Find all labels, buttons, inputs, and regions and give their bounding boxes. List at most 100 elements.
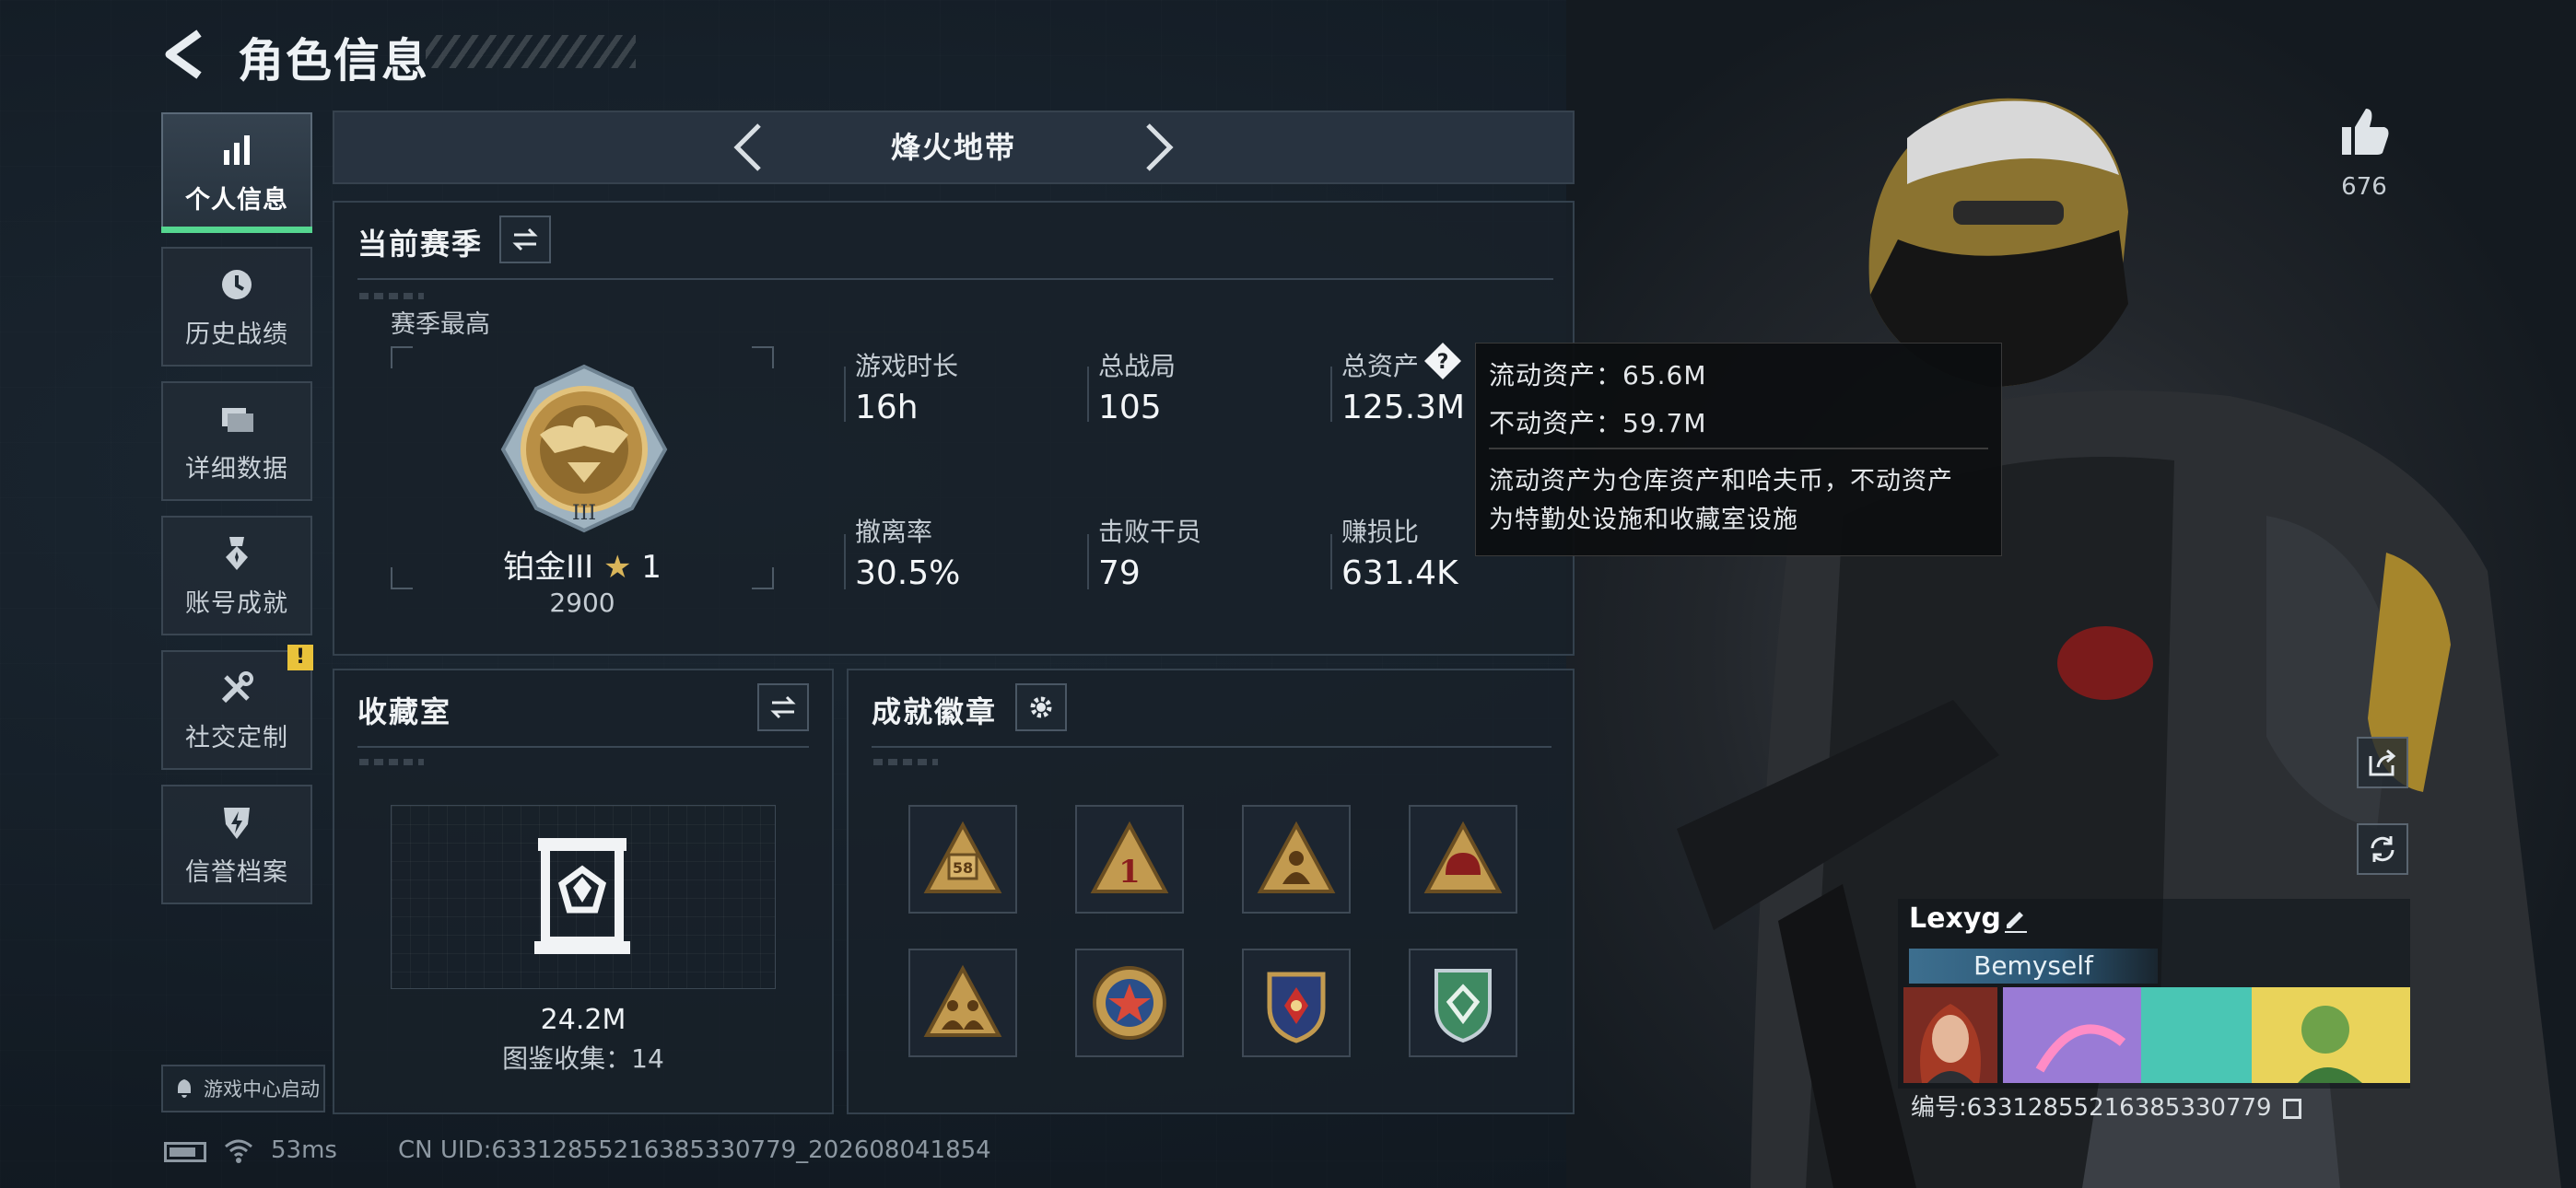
- stat-value: 16h: [855, 389, 919, 426]
- stat-label: 赚损比: [1341, 517, 1420, 547]
- medal-icon: [226, 536, 248, 570]
- sidebar-item-label: 历史战绩: [185, 320, 288, 349]
- swap-arrows-icon: [512, 227, 538, 251]
- chevron-left-icon[interactable]: [726, 120, 772, 175]
- share-button[interactable]: [2357, 737, 2408, 788]
- badge-squad-icon: [923, 964, 1002, 1037]
- vault-display-icon: [534, 838, 630, 954]
- ping-value: 53ms: [271, 1136, 337, 1164]
- season-switch-button[interactable]: [499, 215, 551, 263]
- help-question-icon[interactable]: ?: [1423, 341, 1463, 381]
- decoration-stripe: [873, 759, 938, 765]
- edit-pencil-icon[interactable]: [2001, 904, 2031, 934]
- stat-separator: [1330, 367, 1332, 422]
- collection-switch-button[interactable]: [757, 683, 809, 731]
- stat-label: 游戏时长: [855, 351, 959, 381]
- mode-label: 烽火地带: [890, 130, 1016, 165]
- achievement-badge[interactable]: [1409, 805, 1517, 914]
- player-id-text: 编号:6331285521638533077​9: [1911, 1094, 2272, 1122]
- refresh-button[interactable]: [2357, 823, 2408, 875]
- stat-label: 击败干员: [1098, 517, 1202, 547]
- tooltip-description-line2: 为特勤处设施和收藏室设施: [1489, 506, 1798, 534]
- wifi-icon: [225, 1139, 252, 1163]
- profile-banner-image: [2003, 987, 2410, 1083]
- copy-icon[interactable]: [2282, 1098, 2301, 1119]
- stat-separator: [844, 534, 846, 589]
- frame-corner: [752, 346, 774, 368]
- history-clock-icon: [222, 269, 252, 299]
- achievements-settings-button[interactable]: [1015, 683, 1067, 731]
- svg-text:1: 1: [1118, 854, 1141, 891]
- rank-line: 铂金III ★ 1: [391, 542, 774, 587]
- bar-chart-icon: [224, 134, 250, 165]
- game-center-button[interactable]: 游戏中心启动: [161, 1065, 325, 1112]
- rank-name: 铂金III: [503, 549, 594, 586]
- achievement-badge[interactable]: 58: [908, 805, 1017, 914]
- share-icon: [2369, 749, 2396, 776]
- divider: [357, 746, 809, 748]
- stat-value: 79: [1098, 554, 1141, 592]
- collection-value: 24.2M: [540, 1004, 626, 1036]
- cn-uid: CN UID:6331285521638533077​9_20260804185…: [398, 1136, 991, 1164]
- badge-crest-icon: [1267, 972, 1326, 1043]
- like-count: 676: [2341, 173, 2387, 201]
- sidebar-item-credit-file[interactable]: 信誉档案: [161, 785, 312, 904]
- frame-corner: [391, 346, 413, 368]
- tooltip-description-line1: 流动资产为仓库资产和哈夫币，不动资产: [1489, 467, 1953, 495]
- back-arrow-icon[interactable]: [162, 28, 208, 81]
- stat-separator: [844, 367, 846, 422]
- achievement-badge[interactable]: [1242, 949, 1351, 1057]
- achievement-badge[interactable]: [1409, 949, 1517, 1057]
- badge-helmet-icon: [1423, 821, 1503, 893]
- season-title: 当前赛季: [357, 227, 484, 262]
- badge-star-icon: [1093, 966, 1166, 1040]
- active-indicator: [161, 227, 312, 233]
- game-center-label: 游戏中心启动: [204, 1078, 320, 1101]
- stat-value: 30.5%: [855, 554, 961, 592]
- badge-58-icon: 58: [923, 821, 1002, 893]
- season-best-label: 赛季最高: [391, 310, 490, 339]
- notification-badge: !: [287, 645, 313, 670]
- sidebar-item-history[interactable]: 历史战绩: [161, 247, 312, 367]
- sidebar-item-achievements[interactable]: 账号成就: [161, 516, 312, 635]
- achievement-badge[interactable]: [1242, 805, 1351, 914]
- player-avatar[interactable]: [1903, 987, 1997, 1083]
- svg-text:?: ?: [1437, 351, 1449, 374]
- achievements-title: 成就徽章: [872, 694, 998, 729]
- thumbs-up-icon[interactable]: [2336, 103, 2392, 158]
- svg-text:58: 58: [953, 859, 973, 877]
- achievement-badge[interactable]: [1075, 949, 1184, 1057]
- stat-label: 总资产: [1341, 351, 1420, 381]
- svg-text:III: III: [572, 502, 596, 525]
- stat-separator: [1330, 534, 1332, 589]
- chevron-right-icon[interactable]: [1135, 120, 1181, 175]
- star-icon: ★: [603, 549, 632, 586]
- tooltip-divider: [1489, 448, 1988, 449]
- player-name: Lexyg: [1909, 903, 2001, 935]
- rank-score: 2900: [549, 588, 615, 618]
- achievement-badge[interactable]: 1: [1075, 805, 1184, 914]
- stat-separator: [1087, 534, 1089, 589]
- sidebar-item-label: 信誉档案: [185, 857, 288, 887]
- sidebar-item-label: 个人信息: [185, 185, 288, 215]
- badge-number-one-icon: 1: [1090, 821, 1169, 893]
- folder-icon: [222, 407, 253, 432]
- player-tagline: Bemyself: [1909, 949, 2158, 984]
- tooltip-fixed-assets: 不动资产：59.7M: [1489, 408, 1707, 438]
- stat-value: 631.4K: [1341, 554, 1458, 592]
- battery-icon: [164, 1142, 206, 1162]
- badge-green-shield-icon: [1434, 969, 1492, 1043]
- stat-separator: [1087, 367, 1089, 422]
- sidebar-item-personal-info[interactable]: 个人信息: [161, 112, 312, 232]
- achievement-badge[interactable]: [908, 949, 1017, 1057]
- shield-icon: [224, 807, 250, 839]
- stat-label: 总战局: [1098, 351, 1177, 381]
- tooltip-liquid-assets: 流动资产：65.6M: [1489, 360, 1707, 390]
- collection-title: 收藏室: [357, 694, 452, 729]
- sidebar-item-label: 账号成就: [185, 588, 288, 618]
- sidebar-item-detail-data[interactable]: 详细数据: [161, 381, 312, 501]
- collection-count: 图鉴收集：14: [502, 1043, 664, 1074]
- refresh-icon: [2371, 836, 2395, 862]
- decoration-stripe: [359, 293, 424, 299]
- gear-icon: [1030, 696, 1052, 718]
